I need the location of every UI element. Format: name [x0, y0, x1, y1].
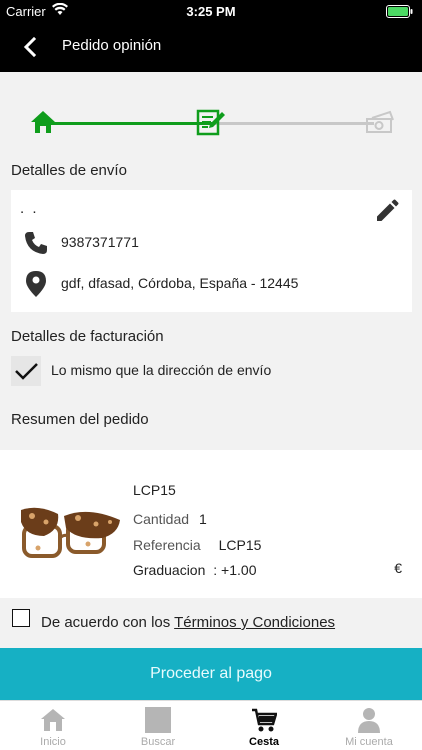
terms-link[interactable]: Términos y Condiciones [174, 614, 335, 631]
tab-cesta[interactable]: Cesta [211, 701, 317, 750]
home-step-icon [31, 111, 55, 133]
phone-number: 9387371771 [61, 234, 139, 250]
location-pin-icon [26, 271, 46, 297]
recipient-name: . . [20, 200, 39, 217]
proceed-to-payment-button[interactable]: Proceder al pago [0, 648, 422, 700]
checkmark-icon [15, 363, 38, 380]
terms-checkbox[interactable] [12, 609, 30, 627]
shipping-card: . . 9387371771 gdf, dfasad, Córdoba, Esp… [11, 190, 412, 312]
graduation-label: Graduacion [133, 562, 206, 578]
reference-label: Referencia [133, 537, 201, 553]
edit-pencil-icon[interactable] [374, 198, 400, 224]
payment-step-icon [366, 110, 394, 133]
product-image [21, 507, 120, 558]
same-address-label: Lo mismo que la dirección de envío [51, 362, 272, 378]
terms-text: De acuerdo con los Términos y Condicione… [41, 614, 335, 631]
terms-row: De acuerdo con los Términos y Condicione… [0, 598, 422, 648]
shipping-heading: Detalles de envío [11, 162, 127, 179]
home-icon [41, 709, 65, 731]
product-code: LCP15 [133, 482, 176, 498]
product-price-currency: € [394, 560, 402, 576]
shipping-address: gdf, dfasad, Córdoba, España - 12445 [61, 275, 299, 291]
cart-icon [252, 708, 277, 732]
search-icon [145, 707, 171, 733]
quantity-value: 1 [198, 511, 207, 527]
battery-icon [386, 5, 413, 18]
page-title: Pedido opinión [62, 37, 162, 54]
graduation-row: Graduacion : +1.00 [133, 562, 256, 578]
tab-label: Buscar [140, 736, 176, 748]
reference-value: LCP15 [218, 537, 262, 553]
account-icon [358, 708, 380, 733]
back-arrow-icon[interactable] [18, 34, 44, 60]
tab-buscar[interactable]: Buscar [105, 701, 211, 750]
same-address-option[interactable]: Lo mismo que la dirección de envío [11, 356, 412, 386]
phone-icon [25, 232, 47, 254]
same-address-checkbox[interactable] [11, 356, 41, 386]
tab-bar: Inicio Buscar Cesta Mi cuenta [0, 700, 422, 750]
tab-label: Cesta [249, 736, 279, 748]
progress-line-pending [214, 122, 374, 125]
status-bar: Carrier 3:25 PM [0, 0, 422, 22]
billing-heading: Detalles de facturación [11, 328, 164, 345]
tab-mi-cuenta[interactable]: Mi cuenta [316, 701, 422, 750]
order-item: LCP15 Cantidad 1 Referencia LCP15 Gradua… [0, 450, 422, 598]
quantity-row: Cantidad 1 [133, 511, 207, 527]
tab-inicio[interactable]: Inicio [0, 701, 106, 750]
tab-label: Inicio [40, 736, 66, 748]
progress-line-complete [44, 122, 214, 125]
terms-prefix: De acuerdo con los [41, 614, 175, 631]
summary-heading: Resumen del pedido [11, 411, 149, 428]
checkout-progress [0, 72, 422, 152]
graduation-value: : +1.00 [213, 562, 257, 578]
tab-label: Mi cuenta [345, 736, 393, 748]
quantity-label: Cantidad [133, 511, 190, 527]
reference-row: Referencia LCP15 [133, 537, 261, 553]
clock: 3:25 PM [186, 4, 236, 19]
form-step-icon [196, 109, 225, 136]
nav-bar: Pedido opinión [0, 22, 422, 72]
